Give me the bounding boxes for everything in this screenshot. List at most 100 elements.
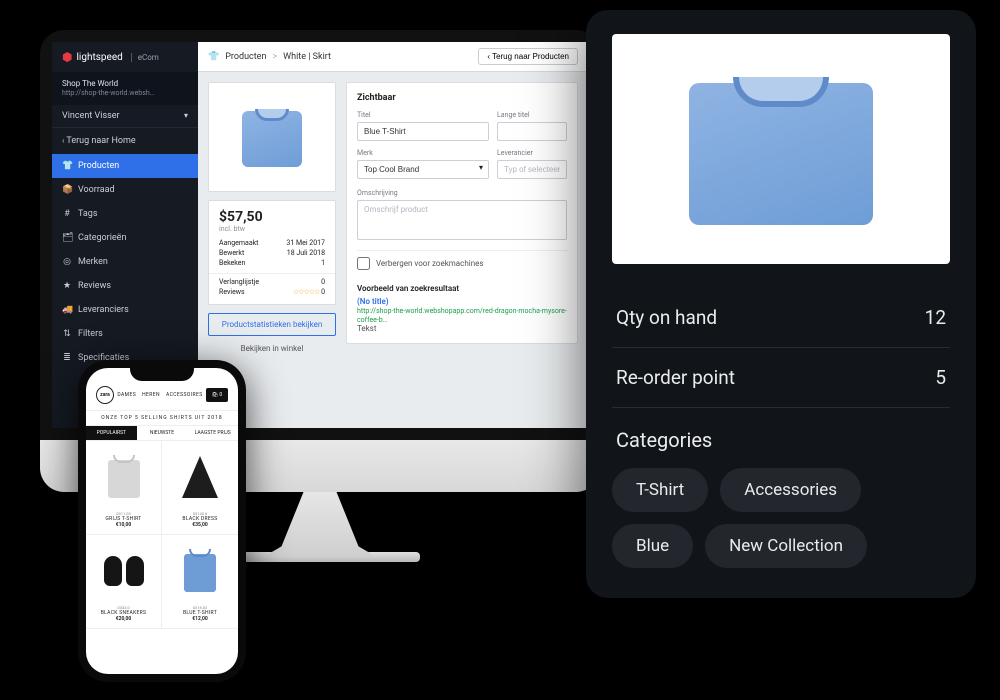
preview-url[interactable]: http://shop-the-world.webshopapp.com/red… — [357, 307, 567, 324]
user-menu[interactable]: Vincent Visser ▾ — [52, 105, 198, 128]
sidebar-item-leveranciers[interactable]: 🚚Leveranciers — [52, 298, 198, 322]
folder-icon: 🗂 — [62, 233, 72, 243]
product-form-col: Zichtbaar Titel Lange titel — [346, 82, 578, 353]
sidebar-item-reviews[interactable]: ★Reviews — [52, 274, 198, 298]
sidebar-item-voorraad[interactable]: 📦Voorraad — [52, 178, 198, 202]
category-chip[interactable]: New Collection — [705, 524, 867, 568]
sidebar-item-merken[interactable]: ◎Merken — [52, 250, 198, 274]
brand-sub: eCom — [131, 53, 159, 62]
meta-label: Bewerkt — [219, 249, 244, 257]
mobile-product-cell[interactable]: 0332.0 Black Sneakers €20,00 — [86, 535, 162, 629]
sort-tab-popular[interactable]: POPULAIRST — [86, 426, 137, 440]
form-section-visible: Zichtbaar — [357, 93, 567, 103]
mobile-nav-link[interactable]: Heren — [142, 392, 160, 398]
ecom-main: 👕 Producten > White | Skirt ‹ Terug naar… — [198, 42, 588, 428]
sidebar-item-label: Categorieën — [78, 233, 126, 243]
back-to-products-button[interactable]: ‹ Terug naar Producten — [478, 48, 578, 65]
title-input[interactable] — [357, 122, 489, 141]
mobile-nav: Dames Heren Accessoires — [117, 392, 202, 398]
breadcrumb-root[interactable]: Producten — [225, 52, 266, 62]
mobile-nav-link[interactable]: Dames — [117, 392, 136, 398]
star-rating: ☆☆☆☆☆ — [293, 288, 319, 296]
sidebar-item-producten[interactable]: 👕Producten — [52, 154, 198, 178]
mobile-product-cell[interactable]: 0311.03 Grijs T-shirt €10,00 — [86, 441, 162, 535]
back-home-link[interactable]: ‹ Terug naar Home — [52, 128, 198, 154]
back-button-label: Terug naar Producten — [492, 52, 569, 61]
preview-heading: Voorbeeld van zoekresultaat — [357, 284, 567, 293]
product-price: €12,00 — [166, 616, 234, 622]
category-chip[interactable]: Accessories — [720, 468, 861, 512]
category-chip[interactable]: Blue — [612, 524, 693, 568]
mobile-product-cell[interactable]: 03140.0 Black Dress €35,00 — [162, 441, 238, 535]
brand-name: lightspeed — [76, 52, 122, 63]
sidebar-item-filters[interactable]: ⇅Filters — [52, 322, 198, 346]
ecom-body: $57,50 incl. btw Aangemaakt31 Mei 2017 B… — [198, 72, 588, 363]
hash-icon: # — [62, 209, 72, 219]
star-icon: ★ — [62, 281, 72, 291]
meta-value: 31 Mei 2017 — [286, 239, 325, 247]
preview-no-title: (No title) — [357, 297, 567, 306]
tee-icon — [184, 554, 216, 592]
imac-stand — [265, 492, 375, 556]
mobile-heading: ONZE TOP 5 SELLING SHIRTS UIT 2018 — [86, 410, 238, 426]
overlay-product-image — [612, 34, 950, 264]
meta-label: Reviews — [219, 288, 245, 296]
product-price: €10,00 — [90, 522, 157, 528]
product-summary-col: $57,50 incl. btw Aangemaakt31 Mei 2017 B… — [208, 82, 336, 353]
chevron-down-icon: ▾ — [184, 111, 188, 120]
product-image-tshirt — [671, 59, 891, 239]
meta-label: Bekeken — [219, 259, 245, 267]
overlay-row-reorder: Re-order point 5 — [612, 348, 950, 408]
category-chips: T-Shirt Accessories Blue New Collection — [612, 468, 950, 568]
product-price: €20,00 — [90, 616, 157, 622]
hide-search-label: Verbergen voor zoekmachines — [376, 259, 483, 268]
inventory-overlay-card: Qty on hand 12 Re-order point 5 Categori… — [586, 10, 976, 598]
shoe-icon — [126, 556, 144, 586]
sidebar-item-categorieen[interactable]: 🗂 Categorieën — [52, 226, 198, 250]
supplier-label: Leverancier — [497, 149, 567, 157]
breadcrumb-bar: 👕 Producten > White | Skirt ‹ Terug naar… — [198, 42, 588, 72]
hide-search-checkbox[interactable] — [357, 257, 370, 270]
truck-icon: 🚚 — [62, 305, 72, 315]
shirt-icon: 👕 — [208, 52, 219, 62]
long-title-input[interactable] — [497, 122, 567, 141]
title-label: Titel — [357, 111, 489, 119]
long-title-label: Lange titel — [497, 111, 567, 119]
meta-value: 18 Juli 2018 — [287, 249, 325, 257]
overlay-categories-title: Categories — [616, 428, 946, 452]
meta-value: 0 — [321, 278, 325, 286]
product-form-card: Zichtbaar Titel Lange titel — [346, 82, 578, 344]
shop-name: Shop The World — [62, 78, 188, 89]
sort-tab-low[interactable]: LAAGSTE PRIJS — [187, 426, 238, 440]
product-price: $57,50 — [219, 209, 325, 225]
desc-textarea[interactable]: Omschrijf product — [357, 200, 567, 240]
sort-tab-newest[interactable]: NIEUWSTE — [137, 426, 188, 440]
shop-url: http://shop-the-world.websh… — [62, 89, 188, 99]
preview-text: Tekst — [357, 324, 567, 333]
brand-select[interactable] — [357, 160, 489, 179]
sidebar-item-label: Producten — [78, 161, 119, 171]
box-icon: 📦 — [62, 185, 72, 195]
supplier-input[interactable] — [497, 160, 567, 179]
product-incl: incl. btw — [219, 225, 325, 233]
flame-icon: ⬢ — [62, 50, 72, 64]
shoe-icon — [104, 556, 122, 586]
shop-block[interactable]: Shop The World http://shop-the-world.web… — [52, 72, 198, 105]
mobile-logo[interactable]: zara — [96, 386, 114, 404]
filter-icon: ⇅ — [62, 329, 72, 339]
dress-icon — [182, 456, 218, 498]
meta-value: 0 — [321, 288, 325, 296]
user-name: Vincent Visser — [62, 111, 120, 121]
mobile-nav-link[interactable]: Accessoires — [166, 392, 203, 398]
breadcrumb-leaf: White | Skirt — [283, 52, 331, 62]
product-stats-button[interactable]: Productstatistieken bekijken — [208, 313, 336, 336]
product-image-card[interactable] — [208, 82, 336, 192]
overlay-row-value: 12 — [925, 306, 946, 329]
category-chip[interactable]: T-Shirt — [612, 468, 708, 512]
sidebar-item-tags[interactable]: #Tags — [52, 202, 198, 226]
mobile-product-cell[interactable]: 0316.02 Blue T-Shirt €12,00 — [162, 535, 238, 629]
product-image-tshirt — [236, 101, 308, 173]
overlay-row-label: Qty on hand — [616, 306, 717, 329]
view-in-store-link[interactable]: Bekijken in winkel — [208, 344, 336, 353]
mobile-cart[interactable]: 🛍 0 — [206, 388, 228, 402]
